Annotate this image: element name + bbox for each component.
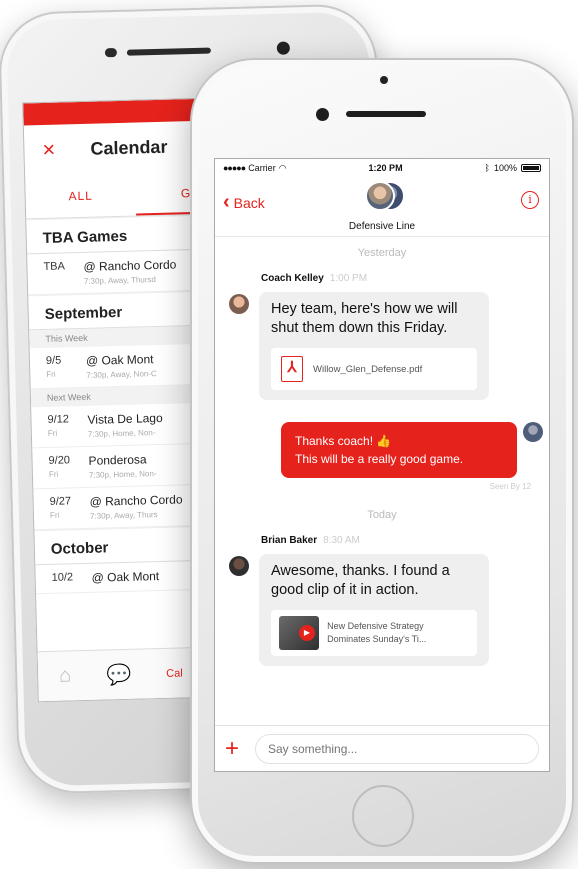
link-title: New Defensive Strategy Dominates Sunday'… — [327, 621, 427, 644]
play-icon: ▶ — [299, 625, 315, 641]
bluetooth-icon: ᛒ — [484, 163, 490, 173]
event-info: @ Rancho Cordo 7:30p, Away, Thursd — [83, 257, 177, 286]
earpiece-speaker — [346, 111, 426, 117]
outgoing-message: Thanks coach! 👍 This will be a really go… — [215, 422, 549, 491]
front-camera — [276, 41, 291, 55]
message-text: This will be a really good game. — [295, 452, 464, 466]
date-divider: Today — [367, 509, 397, 521]
event-date: 10/2 — [51, 571, 74, 584]
event-info: Vista De Lago 7:30p, Home, Non- — [87, 410, 163, 439]
avatar[interactable] — [229, 294, 249, 314]
message-text: Thanks coach! 👍 — [295, 434, 392, 448]
info-icon[interactable]: i — [521, 191, 539, 209]
event-date: 9/20 Fri — [48, 454, 71, 479]
battery-icon — [520, 164, 541, 172]
event-date: 9/12 Fri — [47, 413, 70, 438]
message-composer: + — [215, 725, 549, 771]
incoming-message: Awesome, thanks. I found a good clip of … — [215, 554, 549, 666]
message-sender: Brian Baker 8:30 AM — [261, 535, 360, 546]
link-preview[interactable]: ▶ New Defensive Strategy Dominates Sunda… — [271, 610, 477, 656]
event-info: @ Oak Mont — [91, 569, 160, 585]
carrier-name: Carrier — [248, 163, 276, 173]
status-time: 1:20 PM — [368, 163, 403, 173]
add-icon[interactable]: + — [225, 735, 255, 763]
pdf-file-icon: ⅄ — [281, 356, 303, 382]
date-divider: Yesterday — [357, 247, 407, 259]
event-date: 9/5 Fri — [45, 354, 62, 379]
read-receipt: Seen By 12 — [489, 482, 531, 491]
home-button[interactable] — [352, 785, 414, 847]
tab-calendar[interactable]: Cal — [166, 667, 183, 679]
attachment-name: Willow_Glen_Defense.pdf — [313, 363, 423, 375]
tab-all[interactable]: ALL — [25, 173, 136, 219]
event-info: @ Oak Mont 7:30p, Away, Non-C — [85, 352, 157, 380]
chat-screen: ●●●●● Carrier ◠ 1:20 PM ᛒ 100% ‹ Back De… — [214, 158, 550, 772]
avatar — [365, 181, 395, 211]
message-text: Awesome, thanks. I found a good clip of … — [271, 563, 450, 598]
avatar[interactable] — [523, 422, 543, 442]
navigation-bar: ‹ Back Defensive Line i — [215, 177, 549, 237]
status-bar: ●●●●● Carrier ◠ 1:20 PM ᛒ 100% — [215, 159, 549, 177]
event-info: Ponderosa 7:30p, Home, Non- — [88, 452, 157, 480]
back-label: Back — [233, 194, 265, 211]
battery-percent: 100% — [493, 163, 517, 173]
event-info: @ Rancho Cordo 7:30p, Away, Thurs — [89, 492, 183, 521]
event-date: 9/27 Fri — [49, 495, 72, 520]
group-avatar[interactable] — [365, 179, 405, 215]
close-icon[interactable]: × — [42, 136, 73, 163]
back-button[interactable]: ‹ Back — [223, 191, 265, 214]
sensor — [380, 76, 388, 84]
event-date: TBA — [43, 260, 66, 273]
signal-icon: ●●●●● — [223, 163, 246, 173]
front-phone-frame: ●●●●● Carrier ◠ 1:20 PM ᛒ 100% ‹ Back De… — [190, 58, 574, 864]
message-input[interactable] — [255, 733, 539, 764]
earpiece-speaker — [126, 47, 211, 56]
home-icon[interactable]: ⌂ — [38, 664, 93, 688]
message-time: 1:00 PM — [329, 273, 368, 284]
chat-bubble-icon[interactable]: 💬 — [92, 661, 147, 687]
chevron-left-icon: ‹ — [223, 191, 230, 213]
message-time: 8:30 AM — [323, 535, 360, 546]
front-camera — [316, 108, 329, 121]
message-sender: Coach Kelley 1:00 PM — [261, 273, 368, 284]
message-bubble[interactable]: Thanks coach! 👍 This will be a really go… — [281, 422, 517, 478]
incoming-message: Hey team, here's how we will shut them d… — [215, 292, 549, 400]
avatar[interactable] — [229, 556, 249, 576]
conversation-title[interactable]: Defensive Line — [215, 221, 549, 232]
message-bubble[interactable]: Awesome, thanks. I found a good clip of … — [259, 554, 489, 666]
message-bubble[interactable]: Hey team, here's how we will shut them d… — [259, 292, 489, 400]
page-title: Calendar — [90, 136, 168, 159]
sensor — [104, 47, 118, 58]
wifi-icon: ◠ — [278, 162, 287, 173]
message-text: Hey team, here's how we will shut them d… — [271, 301, 458, 336]
file-attachment[interactable]: ⅄ Willow_Glen_Defense.pdf — [271, 348, 477, 390]
video-thumbnail: ▶ — [279, 616, 320, 650]
